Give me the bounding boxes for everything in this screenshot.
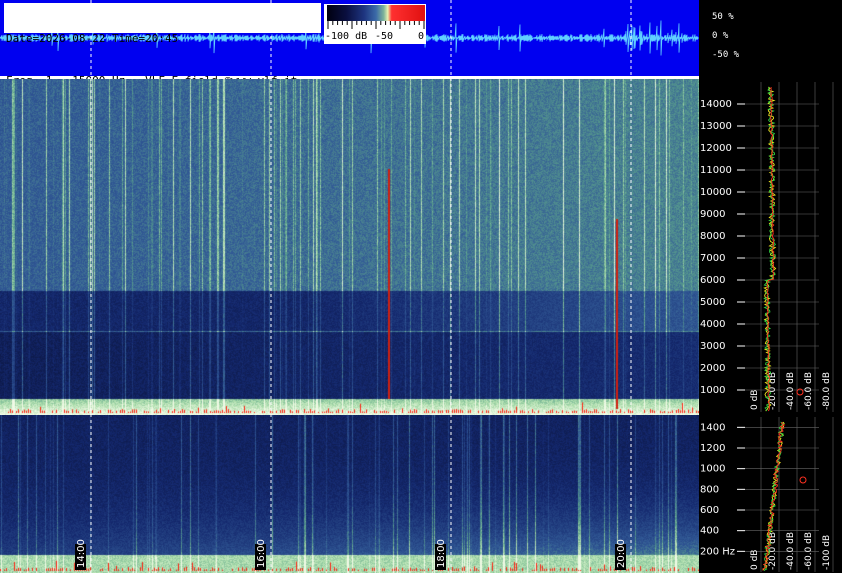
freq-tick-label: 800 xyxy=(700,484,719,495)
time-label-text: 20:00 xyxy=(616,539,627,568)
freq-tick-label: 1000 xyxy=(700,464,725,475)
db-tick-label: -60.0 dB xyxy=(804,372,814,410)
freq-tick-label: 5000 xyxy=(700,297,725,308)
freq-tick-label: 13000 xyxy=(700,121,732,132)
freq-tick-label: 14000 xyxy=(700,99,732,110)
db-tick-label: -40.0 dB xyxy=(786,532,796,570)
time-label: 14:00 xyxy=(75,539,87,570)
db-tick-label: 0 dB xyxy=(750,390,760,410)
freq-tick-label: 2000 xyxy=(700,363,725,374)
time-label: 18:00 xyxy=(435,539,447,570)
spectrum-profile-panel: 1000 2000 3000 4000 5000 6000 7000 8000 9000 1000… xyxy=(699,82,842,572)
time-label-text: 16:00 xyxy=(256,539,267,568)
freq-tick-label: 600 xyxy=(700,505,719,516)
freq-tick-label: 1000 xyxy=(700,385,725,396)
freq-tick-label: 8000 xyxy=(700,231,725,242)
freq-tick-label: 12000 xyxy=(700,143,732,154)
freq-tick-label: 9000 xyxy=(700,209,725,220)
freq-tick-label: 4000 xyxy=(700,319,725,330)
db-tick-label: -60.0 dB xyxy=(804,532,814,570)
freq-tick-label: 1200 xyxy=(700,443,725,454)
freq-tick-label: 3000 xyxy=(700,341,725,352)
freq-tick-label: 10000 xyxy=(700,187,732,198)
time-label-text: 14:00 xyxy=(76,539,87,568)
freq-tick-label: 200 Hz xyxy=(700,546,735,557)
db-tick-label: -40.0 dB xyxy=(786,372,796,410)
time-label: 16:00 xyxy=(255,539,267,570)
db-tick-label: -100 dB xyxy=(822,535,832,570)
time-label: 20:00 xyxy=(615,539,627,570)
freq-tick-label: 1400 xyxy=(700,422,725,433)
db-tick-label: 0 dB xyxy=(750,550,760,570)
time-grid-overlay: 14:00 16:00 18:00 20:00 xyxy=(75,0,632,573)
time-label-text: 18:00 xyxy=(436,539,447,568)
freq-tick-label: 400 xyxy=(700,526,719,537)
db-tick-label: -80.0 dB xyxy=(822,372,832,410)
freq-tick-label: 11000 xyxy=(700,165,732,176)
freq-tick-label: 7000 xyxy=(700,253,725,264)
freq-tick-label: 6000 xyxy=(700,275,725,286)
